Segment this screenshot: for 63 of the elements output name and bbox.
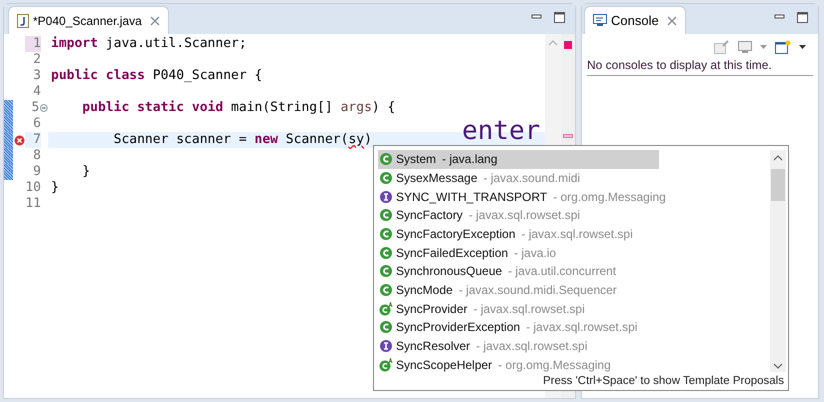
proposal-item[interactable]: SysexMessage - javax.sound.midi — [378, 168, 659, 188]
line-number: 11 — [25, 196, 41, 212]
code-line: } — [51, 180, 59, 195]
proposal-item[interactable]: System - java.lang — [378, 150, 659, 169]
class-icon — [379, 246, 393, 260]
scrollbar[interactable] — [770, 150, 786, 372]
scroll-down-icon[interactable] — [773, 363, 783, 369]
annotation-text: enter — [462, 118, 540, 144]
dropdown-icon[interactable] — [799, 45, 806, 49]
class-icon — [379, 320, 393, 334]
line-number: 4 — [32, 84, 41, 100]
code-line: Scanner scanner = new Scanner(sy) — [112, 132, 372, 147]
interface-icon — [379, 190, 393, 204]
line-number: 5 — [30, 100, 40, 116]
scroll-up-icon[interactable] — [773, 155, 783, 161]
tab-title: *P040_Scanner.java — [33, 12, 142, 30]
error-marker — [564, 41, 572, 49]
class-icon — [379, 283, 393, 298]
console-message: No consoles to display at this time. — [587, 56, 813, 76]
proposal-item[interactable]: SYNC_WITH_TRANSPORT - org.omg.Messaging — [378, 187, 666, 206]
class-icon — [379, 227, 393, 242]
editor-tab[interactable]: *P040_Scanner.java — [8, 6, 169, 34]
line-number: 10 — [25, 180, 41, 196]
code-line: public static void main(String[] args) { — [81, 100, 396, 115]
line-number: 3 — [32, 68, 41, 84]
proposal-item[interactable]: SyncResolver - javax.sql.rowset.spi — [378, 336, 659, 356]
line-number: 1 — [25, 36, 41, 52]
code-line: } — [81, 164, 90, 179]
proposal-item[interactable]: SyncProviderException - javax.sql.rowset.spi — [378, 318, 659, 337]
collapse-icon[interactable] — [40, 104, 48, 112]
console-tab[interactable]: Console — [584, 6, 686, 34]
monitor-icon — [593, 14, 607, 27]
class-icon — [379, 152, 393, 166]
class-icon — [379, 264, 393, 278]
line-number: 6 — [32, 116, 41, 132]
class-icon — [379, 208, 393, 222]
line-number: 7 — [25, 132, 41, 148]
line-number: 9 — [32, 164, 41, 180]
proposal-item[interactable]: SyncFactoryException - javax.sql.rowset.spi — [378, 224, 659, 244]
code-line: import java.util.Scanner; — [51, 36, 247, 51]
java-file-icon — [17, 14, 29, 28]
occurrence-marker — [563, 134, 573, 138]
proposal-item[interactable]: SyncFailedException - java.io — [378, 243, 659, 262]
code-line: public class P040_Scanner { — [51, 68, 262, 83]
new-window-icon[interactable] — [775, 40, 791, 54]
maximize-icon[interactable] — [797, 12, 808, 23]
close-icon[interactable] — [150, 16, 160, 26]
monitor-icon[interactable] — [738, 40, 752, 54]
interface-icon — [379, 339, 393, 354]
proposal-item[interactable]: SyncScopeHelper - org.omg.Messaging — [378, 355, 659, 374]
maximize-icon[interactable] — [554, 12, 565, 23]
hint-text: Press 'Ctrl+Space' to show Template Proposals — [542, 376, 784, 388]
proposal-item[interactable]: SynchronousQueue - java.util.concurrent — [378, 262, 659, 281]
class-icon — [379, 171, 393, 185]
abstract-class-icon — [379, 358, 393, 372]
proposal-item[interactable]: SyncFactory - javax.sql.rowset.spi — [378, 206, 659, 225]
proposal-item[interactable]: SyncProvider - javax.sql.rowset.spi — [378, 299, 659, 318]
close-icon[interactable] — [666, 16, 677, 26]
scroll-thumb[interactable] — [771, 169, 785, 201]
line-number: 2 — [32, 52, 41, 68]
line-number: 8 — [32, 148, 41, 164]
abstract-class-icon — [379, 302, 393, 316]
proposal-item[interactable]: SyncMode - javax.sound.midi.Sequencer — [378, 280, 659, 300]
